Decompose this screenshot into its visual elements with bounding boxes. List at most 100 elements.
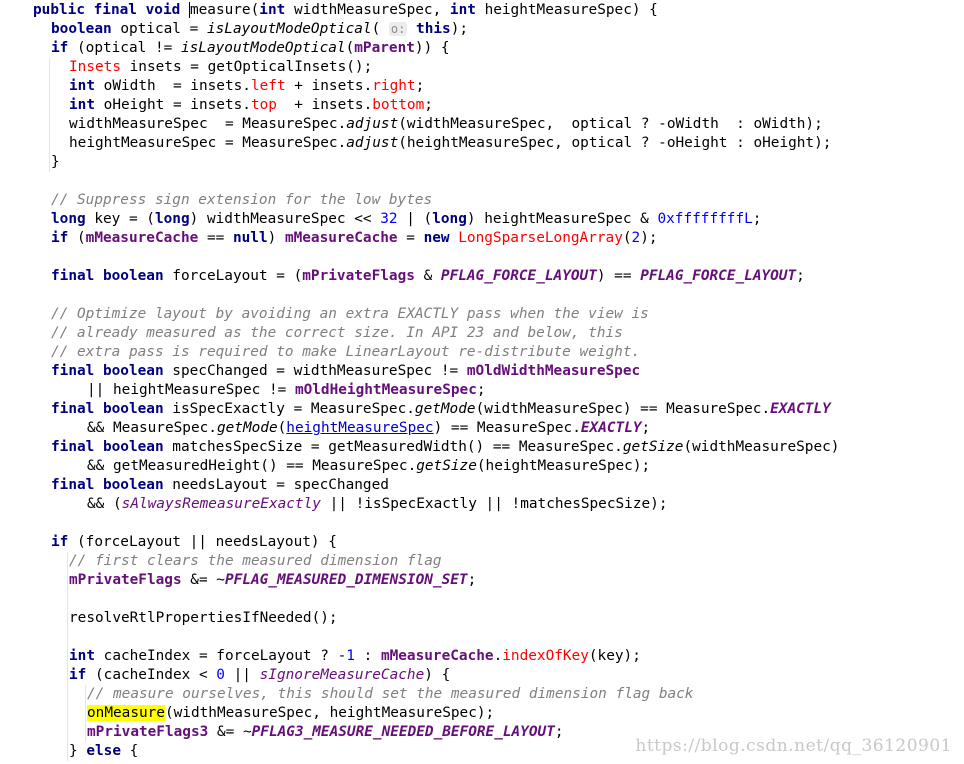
code-line[interactable]: if (mMeasureCache == null) mMeasureCache… [51, 229, 658, 248]
code-line[interactable]: widthMeasureSpec = MeasureSpec.adjust(wi… [69, 115, 823, 134]
code-comment: // Optimize layout by avoiding an extra … [51, 306, 649, 322]
code-token: mPrivateFlags [69, 572, 182, 588]
code-token: (heightMeasureSpec, optical ? -oHeight :… [398, 135, 832, 151]
code-token: heightMeasureSpec [286, 420, 434, 436]
code-keyword: this [416, 21, 451, 37]
code-token: ( [371, 21, 389, 37]
code-token: 0 [216, 667, 225, 683]
code-token: Insets [69, 59, 121, 75]
code-token: isSpecExactly = MeasureSpec. [163, 401, 415, 417]
code-line[interactable]: if (optical != isLayoutModeOptical(mPare… [51, 39, 450, 58]
code-line[interactable]: final boolean matchesSpecSize = getMeasu… [51, 438, 839, 457]
code-line[interactable]: int oWidth = insets.left + insets.right; [69, 77, 424, 96]
code-editor[interactable]: public final void measure(int widthMeasu… [0, 0, 964, 764]
code-keyword: null [232, 230, 268, 246]
code-token: (widthMeasureSpec) == MeasureSpec. [475, 401, 771, 417]
code-line[interactable]: // first clears the measured dimension f… [69, 552, 442, 571]
code-keyword: public final void [33, 2, 189, 18]
code-keyword: final boolean [51, 363, 164, 379]
code-token: sAlwaysRemeasureExactly [121, 496, 321, 512]
code-keyword: final boolean [51, 401, 164, 417]
code-token: 32 [380, 211, 398, 227]
code-line[interactable]: final boolean specChanged = widthMeasure… [51, 362, 640, 381]
code-line[interactable]: mPrivateFlags3 &= ~PFLAG3_MEASURE_NEEDED… [87, 723, 564, 742]
code-token: (optical != [68, 40, 181, 56]
code-keyword: final boolean [51, 268, 164, 284]
code-line[interactable]: && (sAlwaysRemeasureExactly || !isSpecEx… [87, 495, 668, 514]
code-line[interactable]: resolveRtlPropertiesIfNeeded(); [69, 609, 338, 628]
code-token: ) [267, 230, 285, 246]
code-token: forceLayout = ( [163, 268, 303, 284]
code-line[interactable]: // already measured as the correct size.… [51, 324, 623, 343]
code-line[interactable]: if (forceLayout || needsLayout) { [51, 533, 337, 552]
code-line[interactable]: public final void measure(int widthMeasu… [33, 1, 658, 20]
code-token: + insets. [276, 97, 373, 113]
code-token: cacheIndex = forceLayout ? - [95, 648, 347, 664]
code-line[interactable]: final boolean forceLayout = (mPrivateFla… [51, 267, 805, 286]
code-line[interactable]: && MeasureSpec.getMode(heightMeasureSpec… [87, 419, 650, 438]
code-line[interactable]: if (cacheIndex < 0 || sIgnoreMeasureCach… [69, 666, 450, 685]
code-line[interactable]: onMeasure(widthMeasureSpec, heightMeasur… [87, 704, 494, 723]
code-token: getMode [216, 420, 278, 436]
code-line[interactable]: } [51, 153, 60, 172]
code-keyword: boolean [51, 21, 112, 37]
indent-guide [67, 552, 68, 761]
code-token: (cacheIndex < [86, 667, 217, 683]
code-token: && ( [87, 496, 122, 512]
code-keyword: int [69, 97, 95, 113]
code-line[interactable]: int oHeight = insets.top + insets.bottom… [69, 96, 433, 115]
code-keyword: else [86, 743, 121, 759]
code-keyword: if [51, 230, 69, 246]
code-line[interactable]: && getMeasuredHeight() == MeasureSpec.ge… [87, 457, 650, 476]
code-token: onMeasure [87, 705, 165, 721]
code-token: ; [641, 420, 651, 436]
code-token: (heightMeasureSpec); [476, 458, 651, 474]
code-token: } [51, 154, 60, 170]
code-token: widthMeasureSpec, [285, 2, 450, 18]
code-token: key = ( [85, 211, 155, 227]
code-token: + insets. [285, 78, 373, 94]
code-keyword: int [69, 648, 95, 664]
code-token: . [493, 648, 503, 664]
watermark: https://blog.csdn.net/qq_36120901 [635, 736, 952, 756]
code-token: PFLAG_FORCE_LAYOUT [640, 268, 797, 284]
code-keyword: final boolean [51, 439, 164, 455]
code-token: &= ~ [208, 724, 252, 740]
code-line[interactable]: // Optimize layout by avoiding an extra … [51, 305, 649, 324]
code-token: indexOfKey [502, 648, 589, 664]
code-keyword: int [69, 78, 95, 94]
code-token: (key); [588, 648, 641, 664]
code-token: ; [424, 97, 433, 113]
code-line[interactable]: // Suppress sign extension for the low b… [51, 191, 432, 210]
code-keyword: int [449, 2, 476, 18]
code-line[interactable]: heightMeasureSpec = MeasureSpec.adjust(h… [69, 134, 831, 153]
code-line[interactable]: // extra pass is required to make Linear… [51, 343, 640, 362]
code-token: mOldWidthMeasureSpec [466, 363, 641, 379]
code-line[interactable]: final boolean isSpecExactly = MeasureSpe… [51, 400, 831, 419]
code-line[interactable]: int cacheIndex = forceLayout ? -1 : mMea… [69, 647, 641, 666]
code-token: } [69, 743, 87, 759]
code-line[interactable]: || heightMeasureSpec != mOldHeightMeasur… [87, 381, 486, 400]
code-token: ); [640, 230, 658, 246]
code-token: heightMeasureSpec) { [475, 2, 658, 18]
code-keyword: if [51, 534, 69, 550]
code-line[interactable]: Insets insets = getOpticalInsets(); [69, 58, 372, 77]
code-line[interactable]: mPrivateFlags &= ~PFLAG_MEASURED_DIMENSI… [69, 571, 476, 590]
code-token: top [250, 97, 277, 113]
code-token: ) == [596, 268, 641, 284]
code-line[interactable]: long key = (long) widthMeasureSpec << 32… [51, 210, 761, 229]
code-line[interactable]: boolean optical = isLayoutModeOptical( o… [51, 20, 468, 39]
code-token: getMode [414, 401, 476, 417]
code-token: ( [250, 2, 260, 18]
code-keyword: final boolean [51, 477, 164, 493]
code-comment: // measure ourselves, this should set th… [87, 686, 694, 702]
code-line[interactable]: final boolean needsLayout = specChanged [51, 476, 389, 495]
code-token: ) { [424, 667, 451, 683]
code-token: ); [450, 21, 469, 37]
code-token: getSize [622, 439, 684, 455]
code-token: && getMeasuredHeight() == MeasureSpec. [87, 458, 417, 474]
code-line[interactable]: } else { [69, 742, 138, 761]
code-token: 1 [346, 648, 355, 664]
code-line[interactable]: // measure ourselves, this should set th… [87, 685, 693, 704]
